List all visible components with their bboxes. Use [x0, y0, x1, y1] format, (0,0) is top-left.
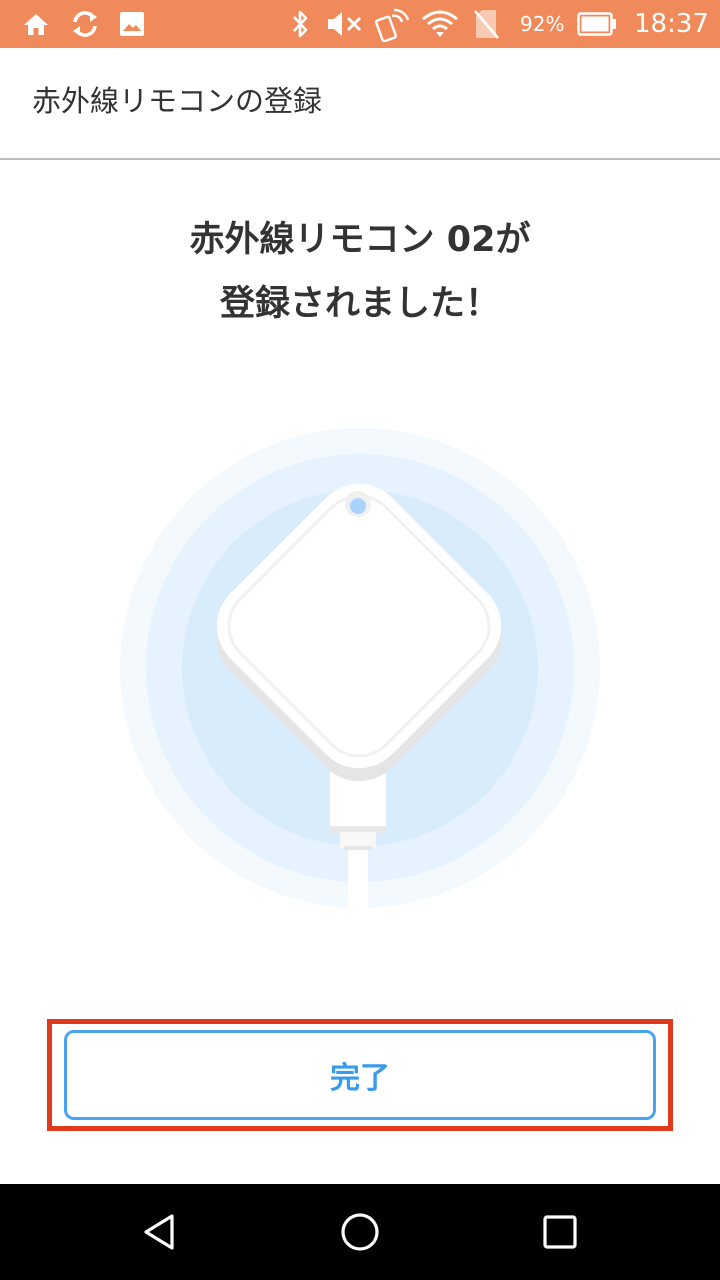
wifi-icon — [420, 0, 460, 48]
app-bar: 赤外線リモコンの登録 — [0, 48, 720, 160]
no-sim-icon — [468, 0, 504, 48]
page-title: 赤外線リモコンの登録 — [32, 84, 323, 118]
ir-remote-device-icon — [120, 428, 600, 908]
battery-percentage: 92% — [520, 12, 565, 36]
registration-complete-message: 赤外線リモコン 02が 登録されました！ — [0, 208, 720, 336]
recents-icon — [543, 1215, 577, 1249]
battery-icon — [576, 0, 618, 48]
clock: 18:37 — [634, 9, 709, 39]
home-button[interactable] — [300, 1184, 420, 1280]
screen: 92% 18:37 赤外線リモコンの登録 赤外線リモコン 02が 登録されました… — [0, 0, 720, 1280]
done-button-label: 完了 — [330, 1061, 390, 1096]
message-line-2: 登録されました！ — [219, 284, 500, 324]
nfc-icon — [372, 0, 412, 48]
recents-button[interactable] — [500, 1184, 620, 1280]
bluetooth-icon — [286, 0, 316, 48]
home-circle-icon — [341, 1213, 379, 1251]
image-icon — [116, 0, 148, 48]
back-icon — [144, 1214, 174, 1250]
sync-icon — [68, 0, 102, 48]
back-button[interactable] — [100, 1184, 220, 1280]
message-line-1: 赤外線リモコン 02が — [189, 220, 531, 260]
ir-remote-illustration — [0, 400, 720, 920]
home-icon — [20, 0, 52, 48]
status-bar: 92% 18:37 — [0, 0, 720, 48]
navigation-bar — [0, 1184, 720, 1280]
done-button[interactable]: 完了 — [64, 1030, 656, 1120]
mute-icon — [324, 0, 366, 48]
